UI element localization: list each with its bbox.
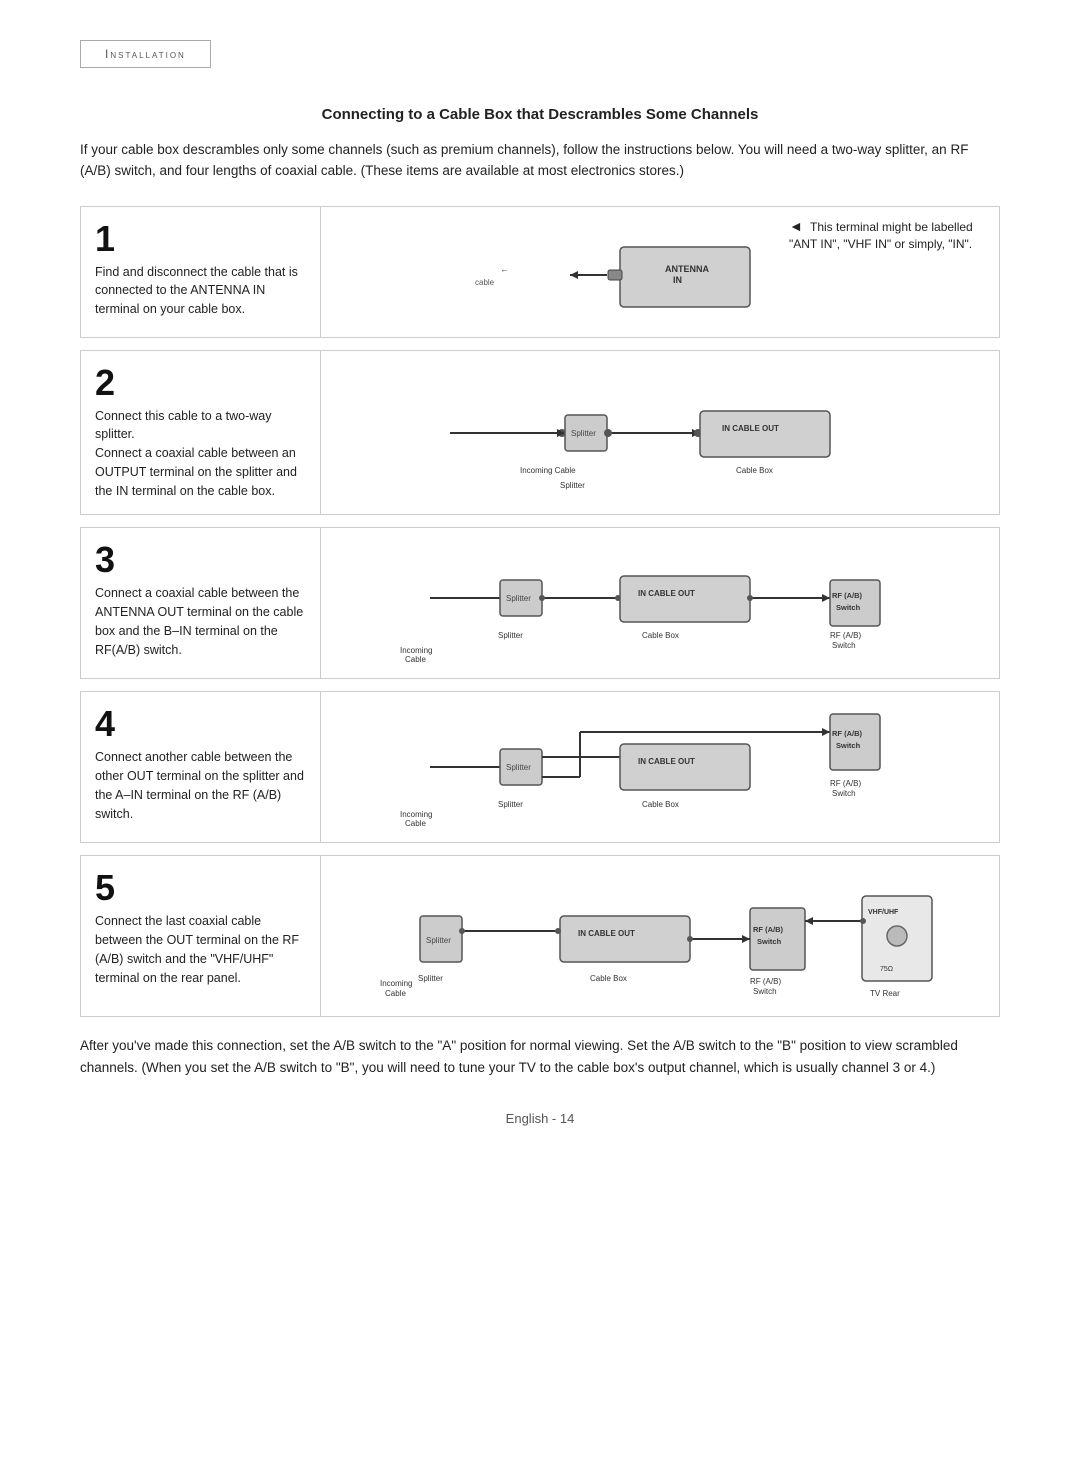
svg-text:RF (A/B): RF (A/B) [832, 591, 862, 600]
svg-text:Splitter: Splitter [571, 429, 596, 438]
svg-text:75Ω: 75Ω [880, 966, 893, 973]
step-5-left: 5 Connect the last coaxial cable between… [81, 856, 321, 1016]
svg-text:RF (A/B): RF (A/B) [753, 925, 783, 934]
svg-text:Splitter: Splitter [560, 481, 585, 490]
page-number: English - 14 [80, 1109, 1000, 1129]
svg-text:IN CABLE OUT: IN CABLE OUT [578, 929, 635, 938]
svg-text:IN CABLE OUT: IN CABLE OUT [638, 757, 695, 766]
page-header: Installation [80, 40, 1000, 104]
step-1-text: Find and disconnect the cable that is co… [95, 263, 304, 319]
step-4-container: 4 Connect another cable between the othe… [80, 691, 1000, 843]
step-2-left: 2 Connect this cable to a two-way splitt… [81, 351, 321, 515]
svg-text:Splitter: Splitter [498, 800, 523, 809]
svg-text:VHF/UHF: VHF/UHF [868, 909, 899, 916]
svg-text:IN CABLE OUT: IN CABLE OUT [722, 424, 779, 433]
step-3-diagram: Incoming Cable Splitter Splitter IN CABL… [321, 528, 999, 678]
svg-text:RF (A/B): RF (A/B) [832, 729, 862, 738]
svg-text:RF (A/B): RF (A/B) [830, 779, 861, 788]
step-3-left: 3 Connect a coaxial cable between the AN… [81, 528, 321, 678]
step-1-note: ◄ This terminal might be labelled "ANT I… [789, 217, 989, 253]
svg-text:Splitter: Splitter [426, 936, 451, 945]
step-3-number: 3 [95, 542, 304, 578]
svg-text:IN: IN [673, 275, 682, 285]
svg-text:←: ← [500, 264, 509, 274]
svg-text:Switch: Switch [832, 789, 856, 798]
svg-text:TV Rear: TV Rear [870, 989, 900, 998]
svg-text:Incoming: Incoming [400, 646, 432, 655]
svg-text:Cable Box: Cable Box [642, 631, 679, 640]
step-3-container: 3 Connect a coaxial cable between the AN… [80, 527, 1000, 679]
svg-text:Cable Box: Cable Box [736, 466, 773, 475]
step-3-svg: Incoming Cable Splitter Splitter IN CABL… [370, 538, 950, 668]
svg-text:Cable: Cable [385, 989, 406, 998]
svg-text:Switch: Switch [753, 987, 777, 996]
step-2-diagram: Incoming Cable Splitter Splitter IN CABL… [321, 351, 999, 515]
svg-text:Incoming: Incoming [380, 979, 412, 988]
svg-text:RF (A/B): RF (A/B) [750, 977, 781, 986]
svg-text:IN CABLE OUT: IN CABLE OUT [638, 589, 695, 598]
step-1-diagram: ◄ This terminal might be labelled "ANT I… [321, 207, 999, 337]
svg-text:ANTENNA: ANTENNA [665, 264, 709, 274]
svg-text:Cable: Cable [405, 655, 426, 664]
step-2-number: 2 [95, 365, 304, 401]
step-1-number: 1 [95, 221, 304, 257]
step-1-container: 1 Find and disconnect the cable that is … [80, 206, 1000, 338]
svg-text:Cable Box: Cable Box [642, 800, 679, 809]
step-5-svg: Incoming Cable Splitter Splitter IN CABL… [360, 866, 960, 1006]
svg-text:Cable: Cable [405, 819, 426, 828]
step-5-container: 5 Connect the last coaxial cable between… [80, 855, 1000, 1017]
step-4-text: Connect another cable between the other … [95, 748, 304, 823]
section-title: Connecting to a Cable Box that Descrambl… [80, 104, 1000, 127]
note-text: This terminal might be labelled "ANT IN"… [789, 220, 973, 252]
svg-text:Switch: Switch [832, 641, 856, 650]
step-5-text: Connect the last coaxial cable between t… [95, 912, 304, 987]
step-3-text: Connect a coaxial cable between the ANTE… [95, 584, 304, 659]
step-5-diagram: Incoming Cable Splitter Splitter IN CABL… [321, 856, 999, 1016]
svg-text:Splitter: Splitter [506, 763, 531, 772]
footer-text: After you've made this connection, set t… [80, 1035, 1000, 1078]
step-2-svg: Incoming Cable Splitter Splitter IN CABL… [390, 373, 930, 493]
svg-text:Cable Box: Cable Box [590, 974, 627, 983]
svg-text:cable: cable [475, 278, 495, 287]
step-4-left: 4 Connect another cable between the othe… [81, 692, 321, 842]
step-5-number: 5 [95, 870, 304, 906]
step-2-text: Connect this cable to a two-way splitter… [95, 407, 304, 501]
svg-text:Splitter: Splitter [418, 974, 443, 983]
svg-text:Splitter: Splitter [498, 631, 523, 640]
step-4-number: 4 [95, 706, 304, 742]
step-4-svg: Incoming Cable Splitter Splitter IN CABL… [370, 702, 950, 832]
svg-text:RF (A/B): RF (A/B) [830, 631, 861, 640]
step-2-container: 2 Connect this cable to a two-way splitt… [80, 350, 1000, 516]
header-label: Installation [80, 40, 211, 68]
intro-text: If your cable box descrambles only some … [80, 139, 1000, 182]
svg-text:Switch: Switch [757, 937, 782, 946]
svg-text:Switch: Switch [836, 603, 861, 612]
svg-text:Switch: Switch [836, 741, 861, 750]
svg-text:Incoming: Incoming [400, 810, 432, 819]
svg-text:Splitter: Splitter [506, 594, 531, 603]
note-arrow: ◄ [789, 217, 803, 237]
step-4-diagram: Incoming Cable Splitter Splitter IN CABL… [321, 692, 999, 842]
step-1-left: 1 Find and disconnect the cable that is … [81, 207, 321, 337]
svg-text:Incoming Cable: Incoming Cable [520, 466, 576, 475]
